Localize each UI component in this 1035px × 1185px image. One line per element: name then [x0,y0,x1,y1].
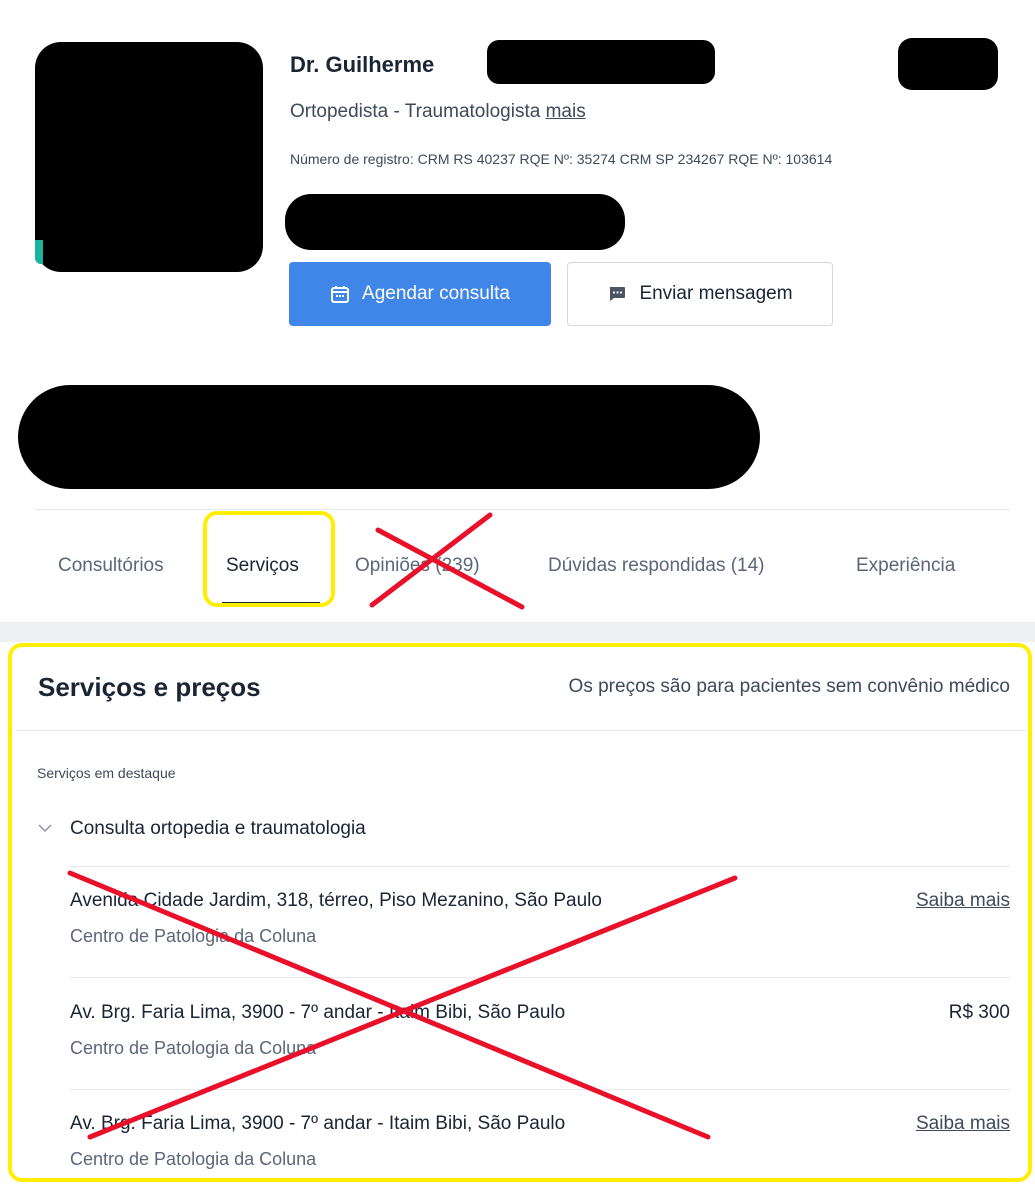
book-appointment-label: Agendar consulta [362,283,510,304]
tab-duvidas-respondidas[interactable]: Dúvidas respondidas (14) [548,555,765,577]
name-redaction [487,40,715,84]
specialty: Ortopedista - Traumatologista mais [290,101,586,123]
corner-redaction [898,38,998,90]
tab-highlight-annotation [203,511,335,607]
message-icon [610,287,626,301]
doctor-name: Dr. Guilherme [290,52,435,77]
avatar [35,42,263,272]
tab-opinioes[interactable]: Opiniões (239) [355,555,480,577]
section-highlight-annotation [8,643,1032,1182]
specialty-more-link[interactable]: mais [546,101,586,122]
tab-experiencia[interactable]: Experiência [856,555,955,577]
section-separator [0,622,1035,642]
banner-redaction [18,385,760,489]
send-message-label: Enviar mensagem [639,283,793,304]
book-appointment-button[interactable]: Agendar consulta [289,262,551,326]
calendar-icon [331,286,350,303]
registry-number: Número de registro: CRM RS 40237 RQE Nº:… [290,151,833,167]
tab-consultorios[interactable]: Consultórios [58,555,164,577]
specialty-text: Ortopedista - Traumatologista [290,101,541,122]
send-message-button[interactable]: Enviar mensagem [567,262,833,326]
tabs-divider [35,509,1010,510]
info-redaction [285,194,625,250]
avatar-edge [35,240,43,264]
